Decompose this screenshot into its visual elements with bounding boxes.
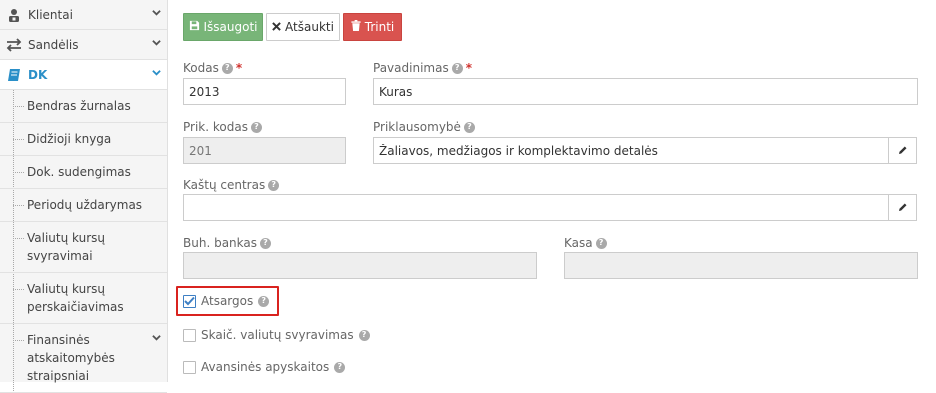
sidebar-item-label: Dok. sudengimas	[27, 165, 131, 179]
help-icon[interactable]: ?	[250, 121, 262, 133]
pavadinimas-label-text: Pavadinimas	[373, 61, 449, 75]
close-icon	[272, 20, 281, 34]
user-lock-icon	[6, 7, 22, 23]
prik-kodas-label-text: Prik. kodas	[183, 120, 248, 134]
skaic-valiutu-label: Skaič. valiutų svyravimas	[201, 328, 354, 342]
help-icon[interactable]: ?	[258, 295, 270, 307]
book-icon	[6, 67, 22, 83]
sidebar-item-periodu-uzdarymas[interactable]: Periodų uždarymas	[0, 189, 167, 222]
sidebar-item-sandelis[interactable]: Sandėlis	[0, 30, 167, 60]
edit-kastu-centras-button[interactable]	[888, 194, 917, 221]
atsargos-checkbox-row[interactable]: Atsargos ?	[183, 294, 270, 308]
priklausomybe-label: Priklausomybė ?	[373, 120, 475, 134]
kasa-input	[564, 252, 918, 279]
avansines-label: Avansinės apyskaitos	[201, 360, 330, 374]
sidebar-item-label: Sandėlis	[28, 37, 79, 52]
prik-kodas-input	[183, 137, 346, 164]
help-icon[interactable]: ?	[595, 237, 607, 249]
checkmark-icon	[184, 296, 195, 306]
cancel-button-label: Atšaukti	[285, 20, 334, 34]
pavadinimas-input[interactable]	[373, 78, 918, 105]
buh-bankas-input	[183, 252, 537, 279]
help-icon[interactable]: ?	[221, 62, 233, 74]
help-icon[interactable]: ?	[260, 237, 271, 249]
help-icon[interactable]: ?	[358, 329, 370, 341]
sidebar-item-label: DK	[28, 67, 48, 82]
kodas-label: Kodas ? *	[183, 61, 242, 75]
sidebar-item-label: Valiutų kursų perskaičiavimas	[27, 282, 124, 314]
sidebar-item-label: Klientai	[28, 7, 73, 22]
delete-button-label: Trinti	[364, 20, 395, 34]
pavadinimas-label: Pavadinimas ? *	[373, 61, 472, 75]
help-icon[interactable]: ?	[463, 121, 475, 133]
buh-bankas-label-text: Buh. bankas	[183, 236, 257, 250]
sidebar-item-label: Bendras žurnalas	[27, 99, 131, 113]
atsargos-checkbox[interactable]	[183, 294, 196, 308]
pencil-icon	[898, 144, 908, 158]
priklausomybe-input[interactable]	[373, 137, 889, 164]
skaic-valiutu-checkbox-row[interactable]: Skaič. valiutų svyravimas ?	[183, 328, 370, 342]
delete-button[interactable]: Trinti	[343, 13, 402, 41]
pencil-icon	[898, 201, 908, 215]
priklausomybe-label-text: Priklausomybė	[373, 120, 461, 134]
save-button-label: Išsaugoti	[203, 20, 258, 34]
sidebar-item-valiutu-perskaiciavimas[interactable]: Valiutų kursų perskaičiavimas	[0, 273, 167, 324]
floppy-disk-icon	[189, 20, 200, 34]
sidebar: Klientai Sandėlis DK Bendras žurnalas Di…	[0, 0, 168, 393]
kastu-centras-label-text: Kaštų centras	[183, 178, 266, 192]
sidebar-item-label: Didžioji knyga	[27, 132, 112, 146]
edit-priklausomybe-button[interactable]	[888, 137, 917, 164]
kodas-label-text: Kodas	[183, 61, 219, 75]
chevron-down-icon	[152, 8, 161, 17]
dk-submenu: Bendras žurnalas Didžioji knyga Dok. sud…	[0, 90, 167, 393]
kastu-centras-input[interactable]	[183, 194, 889, 221]
cancel-button[interactable]: Atšaukti	[266, 13, 340, 41]
sidebar-item-label: Finansinės atskaitomybės straipsniai	[27, 333, 115, 383]
chevron-down-icon	[152, 38, 161, 47]
atsargos-label: Atsargos	[201, 294, 254, 308]
help-icon[interactable]: ?	[334, 361, 346, 373]
save-button[interactable]: Išsaugoti	[183, 13, 263, 41]
kastu-centras-label: Kaštų centras ?	[183, 178, 280, 192]
chevron-down-icon	[152, 68, 161, 77]
sidebar-item-finansines-atskaitomybes[interactable]: Finansinės atskaitomybės straipsniai	[0, 324, 167, 393]
sidebar-item-label: Valiutų kursų svyravimai	[27, 231, 106, 263]
help-icon[interactable]: ?	[268, 179, 280, 191]
required-marker: *	[235, 61, 243, 75]
chevron-down-icon	[152, 333, 161, 342]
trash-icon	[351, 20, 361, 34]
avansines-checkbox-row[interactable]: Avansinės apyskaitos ?	[183, 360, 346, 374]
sidebar-item-didzioji-knyga[interactable]: Didžioji knyga	[0, 123, 167, 156]
kasa-label-text: Kasa	[564, 236, 593, 250]
sidebar-item-klientai[interactable]: Klientai	[0, 0, 167, 30]
prik-kodas-label: Prik. kodas ?	[183, 120, 262, 134]
sidebar-item-bendras-zurnalas[interactable]: Bendras žurnalas	[0, 90, 167, 123]
required-marker: *	[465, 61, 472, 75]
sidebar-item-dok-sudengimas[interactable]: Dok. sudengimas	[0, 156, 167, 189]
kodas-input[interactable]	[183, 78, 346, 105]
avansines-checkbox[interactable]	[183, 360, 196, 374]
sidebar-item-dk[interactable]: DK	[0, 60, 167, 90]
help-icon[interactable]: ?	[451, 62, 463, 74]
skaic-valiutu-checkbox[interactable]	[183, 328, 196, 342]
sidebar-item-valiutu-svyravimai[interactable]: Valiutų kursų svyravimai	[0, 222, 167, 273]
exchange-icon	[6, 37, 22, 53]
sidebar-item-label: Periodų uždarymas	[27, 198, 143, 212]
buh-bankas-label: Buh. bankas ?	[183, 236, 271, 250]
kasa-label: Kasa ?	[564, 236, 607, 250]
